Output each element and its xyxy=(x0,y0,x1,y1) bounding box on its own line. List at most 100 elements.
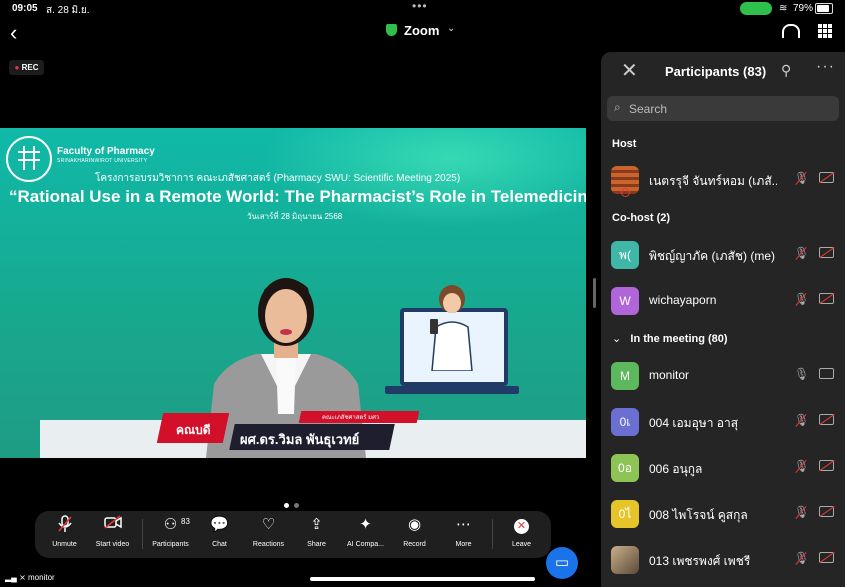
reactions-button[interactable]: ♡ Reactions xyxy=(241,515,296,548)
participant-row[interactable]: 0ไ 008 ไพโรจน์ คูสกุล 🎙 xyxy=(601,496,845,532)
avatar: 0เ xyxy=(611,408,639,436)
panel-resize-handle[interactable] xyxy=(593,278,596,308)
search-icon: ⌕ xyxy=(614,100,621,114)
mic-muted-icon[interactable]: 🎙 xyxy=(794,292,809,306)
video-off-icon[interactable] xyxy=(819,293,834,304)
participant-name: 013 เพชรพงศ์ เพชรี xyxy=(649,554,751,568)
video-off-icon[interactable] xyxy=(819,460,834,471)
participant-name: 008 ไพโรจน์ คูสกุล xyxy=(649,508,748,522)
participants-label: Participants xyxy=(152,541,189,548)
more-options-icon[interactable]: ··· xyxy=(816,58,835,76)
encryption-shield-icon[interactable] xyxy=(386,24,397,36)
participants-panel: ✕ Participants (83) ⚲ ··· ⌕ Search Host … xyxy=(601,52,845,587)
participant-row-cohost[interactable]: พ( พิชญ์ญาภัค (เภสัช) (me) 🎙 xyxy=(601,237,845,273)
university-name: SRINAKHARINWIROT UNIVERSITY xyxy=(57,158,148,164)
avatar: W xyxy=(611,287,639,315)
battery-icon xyxy=(815,3,833,14)
laptop-base xyxy=(385,386,519,394)
mic-muted-icon[interactable]: 🎙 xyxy=(794,171,809,185)
mic-muted-icon[interactable]: 🎙 xyxy=(794,459,809,473)
back-chevron-icon[interactable]: ‹ xyxy=(10,20,17,46)
avatar: พ( xyxy=(611,241,639,269)
participant-name: 004 เอมอุษา อาสุ xyxy=(649,416,739,430)
participant-row-cohost[interactable]: W wichayaporn 🎙 xyxy=(601,283,845,319)
panel-title: Participants (83) xyxy=(665,64,767,79)
chat-icon: 💬 xyxy=(210,516,229,533)
video-icon[interactable] xyxy=(819,368,834,379)
participant-name: wichayaporn xyxy=(649,293,717,307)
search-placeholder: Search xyxy=(629,102,668,116)
reactions-label: Reactions xyxy=(252,541,285,548)
phone-call-icon[interactable] xyxy=(740,2,772,15)
participant-row[interactable]: 013 เพชรพงศ์ เพชรี 🎙 xyxy=(601,542,845,578)
status-time: 09:05 xyxy=(12,3,38,14)
rec-label: REC xyxy=(21,63,39,72)
participant-row[interactable]: M monitor 🎙 xyxy=(601,358,845,394)
recording-badge: ● REC xyxy=(9,60,44,75)
participant-row-host[interactable]: เนตรรุจี จันทร์หอม (เภสั... 🎙 xyxy=(601,162,845,198)
leave-button[interactable]: ✕ Leave xyxy=(494,515,549,548)
leave-label: Leave xyxy=(511,541,532,548)
more-button[interactable]: ⋯ More xyxy=(436,515,491,548)
unmute-button[interactable]: Unmute xyxy=(37,515,92,548)
chevron-down-icon[interactable]: ⌄ xyxy=(447,23,455,34)
ai-companion-label: AI Compa... xyxy=(347,541,384,548)
start-video-button[interactable]: Start video xyxy=(85,515,140,548)
meeting-title[interactable]: Zoom xyxy=(404,23,439,38)
in-meeting-label: In the meeting (80) xyxy=(630,333,728,345)
participant-row[interactable]: 0เ 004 เอมอุษา อาสุ 🎙 xyxy=(601,404,845,440)
participant-name: เนตรรุจี จันทร์หอม (เภสั... xyxy=(649,174,777,188)
video-off-icon[interactable] xyxy=(819,506,834,517)
ai-companion-button[interactable]: ✦ AI Compa... xyxy=(338,515,393,548)
participant-row[interactable]: 0อ 006 อนุกูล 🎙 xyxy=(601,450,845,486)
close-icon[interactable]: ✕ xyxy=(621,58,638,83)
chevron-down-icon: ⌄ xyxy=(612,333,622,345)
self-name-label: ▂▄ ⨯ monitor xyxy=(5,573,55,582)
share-label: Share xyxy=(307,541,326,548)
mic-muted-icon[interactable]: 🎙 xyxy=(794,551,809,565)
title-bar: ‹ Zoom ⌄ xyxy=(0,18,845,48)
more-icon: ⋯ xyxy=(456,516,471,533)
sparkle-icon: ✦ xyxy=(359,516,372,533)
invite-person-icon[interactable]: ⚲ xyxy=(781,62,791,79)
project-title: โครงการอบรมวิชาการ คณะเภสัชศาสตร์ (Pharm… xyxy=(95,173,461,184)
faculty-logo xyxy=(6,136,52,182)
avatar: 0อ xyxy=(611,454,639,482)
video-off-icon[interactable] xyxy=(819,414,834,425)
mic-icon[interactable]: 🎙 xyxy=(794,367,809,381)
mic-muted-icon[interactable]: 🎙 xyxy=(794,246,809,260)
audio-headset-icon[interactable] xyxy=(782,24,800,38)
pharmacist-illustration xyxy=(430,285,473,371)
avatar xyxy=(611,546,639,574)
video-off-icon[interactable] xyxy=(819,172,834,183)
in-meeting-header[interactable]: ⌄ In the meeting (80) xyxy=(612,332,728,345)
chat-button[interactable]: 💬 Chat xyxy=(192,515,247,548)
multitask-dots-icon[interactable]: ••• xyxy=(412,0,428,13)
home-indicator[interactable] xyxy=(310,577,535,581)
slide-headline: “Rational Use in a Remote World: The Pha… xyxy=(9,187,586,206)
search-input[interactable]: ⌕ Search xyxy=(607,96,839,121)
banner-small: คณะเภสัชศาสตร์ มศว xyxy=(322,415,380,421)
camera-toggle-button[interactable]: ▭ xyxy=(546,547,578,579)
gallery-grid-icon[interactable] xyxy=(818,24,832,38)
mic-muted-icon xyxy=(37,515,92,535)
record-label: Record xyxy=(403,541,426,548)
avatar: 0ไ xyxy=(611,500,639,528)
avatar: M xyxy=(611,362,639,390)
slide-date: วันเสาร์ที่ 28 มิถุนายน 2568 xyxy=(247,212,343,221)
participant-name: พิชญ์ญาภัค (เภสัช) (me) xyxy=(649,249,775,263)
self-name: monitor xyxy=(28,573,55,582)
video-off-icon[interactable] xyxy=(819,247,834,258)
status-date: ส. 28 มิ.ย. xyxy=(46,5,90,16)
status-bar: 09:05 ส. 28 มิ.ย. ••• ≋ 79% xyxy=(0,0,845,18)
record-dot-icon: ● xyxy=(14,63,20,72)
share-button[interactable]: ⇪ Share xyxy=(289,515,344,548)
video-off-icon[interactable] xyxy=(819,552,834,563)
participant-name: 006 อนุกูล xyxy=(649,462,703,476)
mic-muted-icon[interactable]: 🎙 xyxy=(794,413,809,427)
shared-screen[interactable]: Faculty of Pharmacy SRINAKHARINWIROT UNI… xyxy=(0,128,586,458)
chat-label: Chat xyxy=(212,541,227,548)
record-button[interactable]: ◉ Record xyxy=(387,515,442,548)
mic-muted-icon[interactable]: 🎙 xyxy=(794,505,809,519)
meeting-toolbar: Unmute Start video ⚇ Participants 83 💬 C… xyxy=(35,511,551,558)
